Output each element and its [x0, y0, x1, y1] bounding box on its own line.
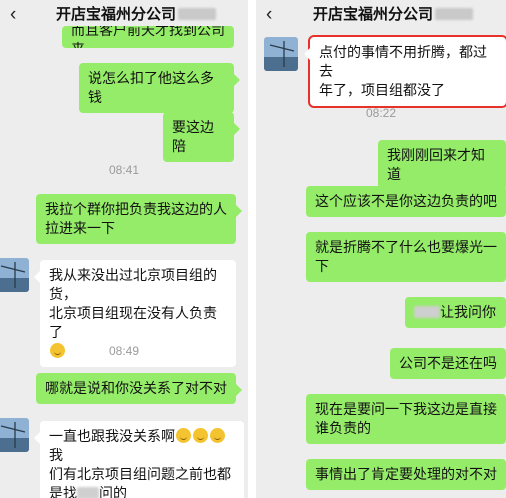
message-text: 说怎么扣了他这么多钱 [88, 70, 214, 105]
message-sent[interactable]: 现在是要问一下我这边是直接 谁负责的 [306, 394, 506, 444]
chat-title-text: 开店宝福州分公司 [55, 6, 176, 23]
avatar[interactable] [0, 258, 29, 292]
chevron-left-icon[interactable]: ‹ [266, 2, 272, 28]
message-text: 我刚刚回来才知道 [387, 147, 485, 182]
message-line: 们有北京项目组问题之前也都 [49, 466, 231, 482]
message-line: 点付的事情不用折腾，都过去 [319, 44, 487, 79]
message-sent[interactable]: 我刚刚回来才知道 [378, 140, 506, 190]
redacted-title-part [435, 8, 473, 20]
message-received-highlighted[interactable]: 点付的事情不用折腾，都过去 年了，项目组都没了 [304, 35, 506, 108]
message-line: 年了，项目组都没了 [319, 82, 445, 98]
message-sent[interactable]: 让我问你 [405, 297, 506, 328]
avatar-image-icon [264, 37, 298, 71]
message-line: 现在是要问一下我这边是直接 [315, 401, 497, 417]
message-line: 就是折腾不了什么也要爆光一 [315, 239, 497, 255]
message-sent[interactable]: 而且客户前天才找到公司来 [62, 26, 234, 48]
screenshot-stage: ‹ 开店宝福州分公司 而且客户前天才找到公司来 说怎么扣了他这么多钱 要这边陪 … [0, 0, 506, 498]
message-line: 拉进来一下 [45, 220, 115, 236]
message-text: 我 [49, 447, 63, 463]
message-line: 谁负责的 [315, 420, 371, 436]
laugh-emoji-icon [210, 428, 225, 443]
laugh-emoji-icon [193, 428, 208, 443]
chat-title-text: 开店宝福州分公司 [312, 6, 433, 23]
message-line: 是找 问的 [49, 484, 235, 498]
message-sent[interactable]: 我拉个群你把负责我这边的人 拉进来一下 [36, 194, 242, 244]
message-text: 而且客户前天才找到公司来 [71, 26, 225, 48]
message-line: 北京项目组现在没有人负责了 [49, 304, 227, 342]
message-line: 我拉个群你把负责我这边的人 [45, 201, 227, 217]
message-text: 哪就是说和你没关系了对不对 [45, 380, 227, 396]
chat-title: 开店宝福州分公司 [280, 0, 506, 30]
message-text: 一直也跟我没关系啊 [49, 428, 175, 444]
chat-panel-right: ‹ 开店宝福州分公司 点付的事情不用折腾，都过去 年了，项目组都没了 08:22… [256, 0, 506, 498]
message-text: 是找 [49, 485, 77, 498]
message-text: 事情出了肯定要处理的对不对 [315, 466, 497, 482]
laugh-emoji-icon [176, 428, 191, 443]
redacted-text [414, 306, 440, 318]
message-sent[interactable]: 哪就是说和你没关系了对不对 [36, 373, 242, 404]
message-line: 下 [315, 258, 329, 274]
message-sent[interactable]: 要这边陪 [163, 112, 240, 162]
message-line: 我从来没出过北京项目组的货， [49, 267, 217, 302]
avatar[interactable] [0, 418, 29, 452]
chat-header: ‹ 开店宝福州分公司 [256, 0, 506, 30]
redacted-title-part [178, 8, 216, 20]
avatar-image-icon [0, 258, 29, 292]
message-sent[interactable]: 就是折腾不了什么也要爆光一 下 [306, 232, 506, 282]
message-text: 这个应该不是你这边负责的吧 [315, 193, 497, 209]
message-text: 让我问你 [440, 304, 496, 320]
avatar[interactable] [264, 37, 298, 71]
message-text: 公司不是还在吗 [399, 355, 497, 371]
message-text: 北京项目组现在没有人负责了 [49, 305, 217, 340]
message-received[interactable]: 一直也跟我没关系啊我 们有北京项目组问题之前也都 是找 问的 [34, 421, 244, 498]
chevron-left-icon[interactable]: ‹ [10, 2, 16, 28]
redacted-text [77, 487, 99, 498]
message-sent[interactable]: 这个应该不是你这边负责的吧 [306, 186, 506, 217]
timestamp: 08:22 [365, 106, 397, 120]
message-line: 一直也跟我没关系啊我 [49, 427, 235, 465]
message-text: 问的 [99, 485, 127, 498]
timestamp: 08:49 [108, 344, 140, 358]
message-sent[interactable]: 公司不是还在吗 [390, 348, 506, 379]
chat-panel-left: ‹ 开店宝福州分公司 而且客户前天才找到公司来 说怎么扣了他这么多钱 要这边陪 … [0, 0, 248, 498]
message-sent[interactable]: 事情出了肯定要处理的对不对 [306, 459, 506, 490]
timestamp: 08:41 [108, 163, 140, 177]
message-text: 要这边陪 [172, 119, 214, 154]
panel-divider [248, 0, 256, 498]
avatar-image-icon [0, 418, 29, 452]
message-sent[interactable]: 说怎么扣了他这么多钱 [79, 63, 240, 113]
